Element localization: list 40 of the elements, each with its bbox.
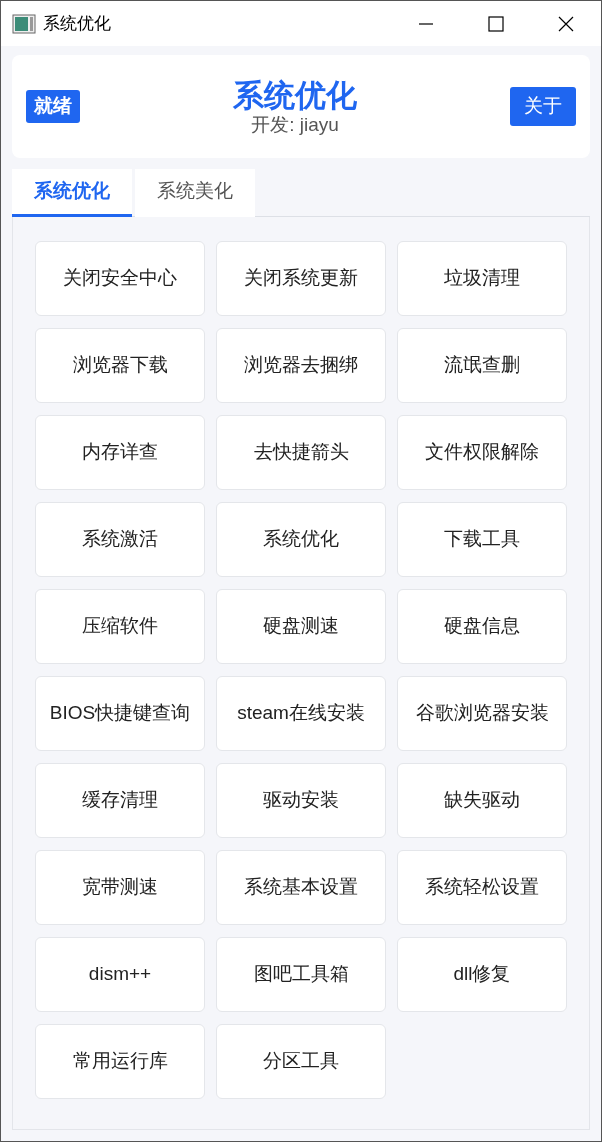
app-icon [12, 13, 36, 34]
tool-button[interactable]: 系统基本设置 [216, 850, 386, 925]
tool-button[interactable]: 内存详查 [35, 415, 205, 490]
tab[interactable]: 系统优化 [12, 169, 132, 217]
tool-button[interactable]: 去快捷箭头 [216, 415, 386, 490]
tool-button[interactable]: 文件权限解除 [397, 415, 567, 490]
tool-button[interactable]: steam在线安装 [216, 676, 386, 751]
tool-button[interactable]: 压缩软件 [35, 589, 205, 664]
window-title: 系统优化 [43, 12, 112, 35]
tool-button[interactable]: 分区工具 [216, 1024, 386, 1099]
developer-label: 开发: jiayu [250, 113, 340, 137]
maximize-icon [488, 15, 504, 32]
tool-button[interactable]: 缺失驱动 [397, 763, 567, 838]
tool-button[interactable]: 系统轻松设置 [397, 850, 567, 925]
app-title: 系统优化 [232, 76, 358, 114]
tool-button[interactable]: dll修复 [397, 937, 567, 1012]
tool-button[interactable]: 关闭系统更新 [216, 241, 386, 316]
about-button[interactable]: 关于 [510, 87, 576, 126]
tool-button[interactable]: 浏览器去捆绑 [216, 328, 386, 403]
tool-button[interactable]: 图吧工具箱 [216, 937, 386, 1012]
tool-button[interactable]: 驱动安装 [216, 763, 386, 838]
tool-button[interactable]: 硬盘测速 [216, 589, 386, 664]
tool-button[interactable]: 垃圾清理 [397, 241, 567, 316]
tab[interactable]: 系统美化 [135, 169, 255, 217]
status-label: 就绪 [26, 90, 80, 123]
minimize-icon [418, 22, 434, 25]
tool-button[interactable]: 浏览器下载 [35, 328, 205, 403]
tool-button[interactable]: 系统激活 [35, 502, 205, 577]
tool-button[interactable]: 关闭安全中心 [35, 241, 205, 316]
tool-button[interactable]: 常用运行库 [35, 1024, 205, 1099]
tool-button[interactable]: BIOS快捷键查询 [35, 676, 205, 751]
tool-button[interactable]: 系统优化 [216, 502, 386, 577]
tool-button[interactable]: 缓存清理 [35, 763, 205, 838]
tool-button[interactable]: 流氓查删 [397, 328, 567, 403]
tool-button[interactable]: 硬盘信息 [397, 589, 567, 664]
close-icon [558, 15, 574, 32]
tool-button[interactable]: 下载工具 [397, 502, 567, 577]
tool-button[interactable]: dism++ [35, 937, 205, 1012]
tool-button[interactable]: 谷歌浏览器安装 [397, 676, 567, 751]
tool-button[interactable]: 宽带测速 [35, 850, 205, 925]
